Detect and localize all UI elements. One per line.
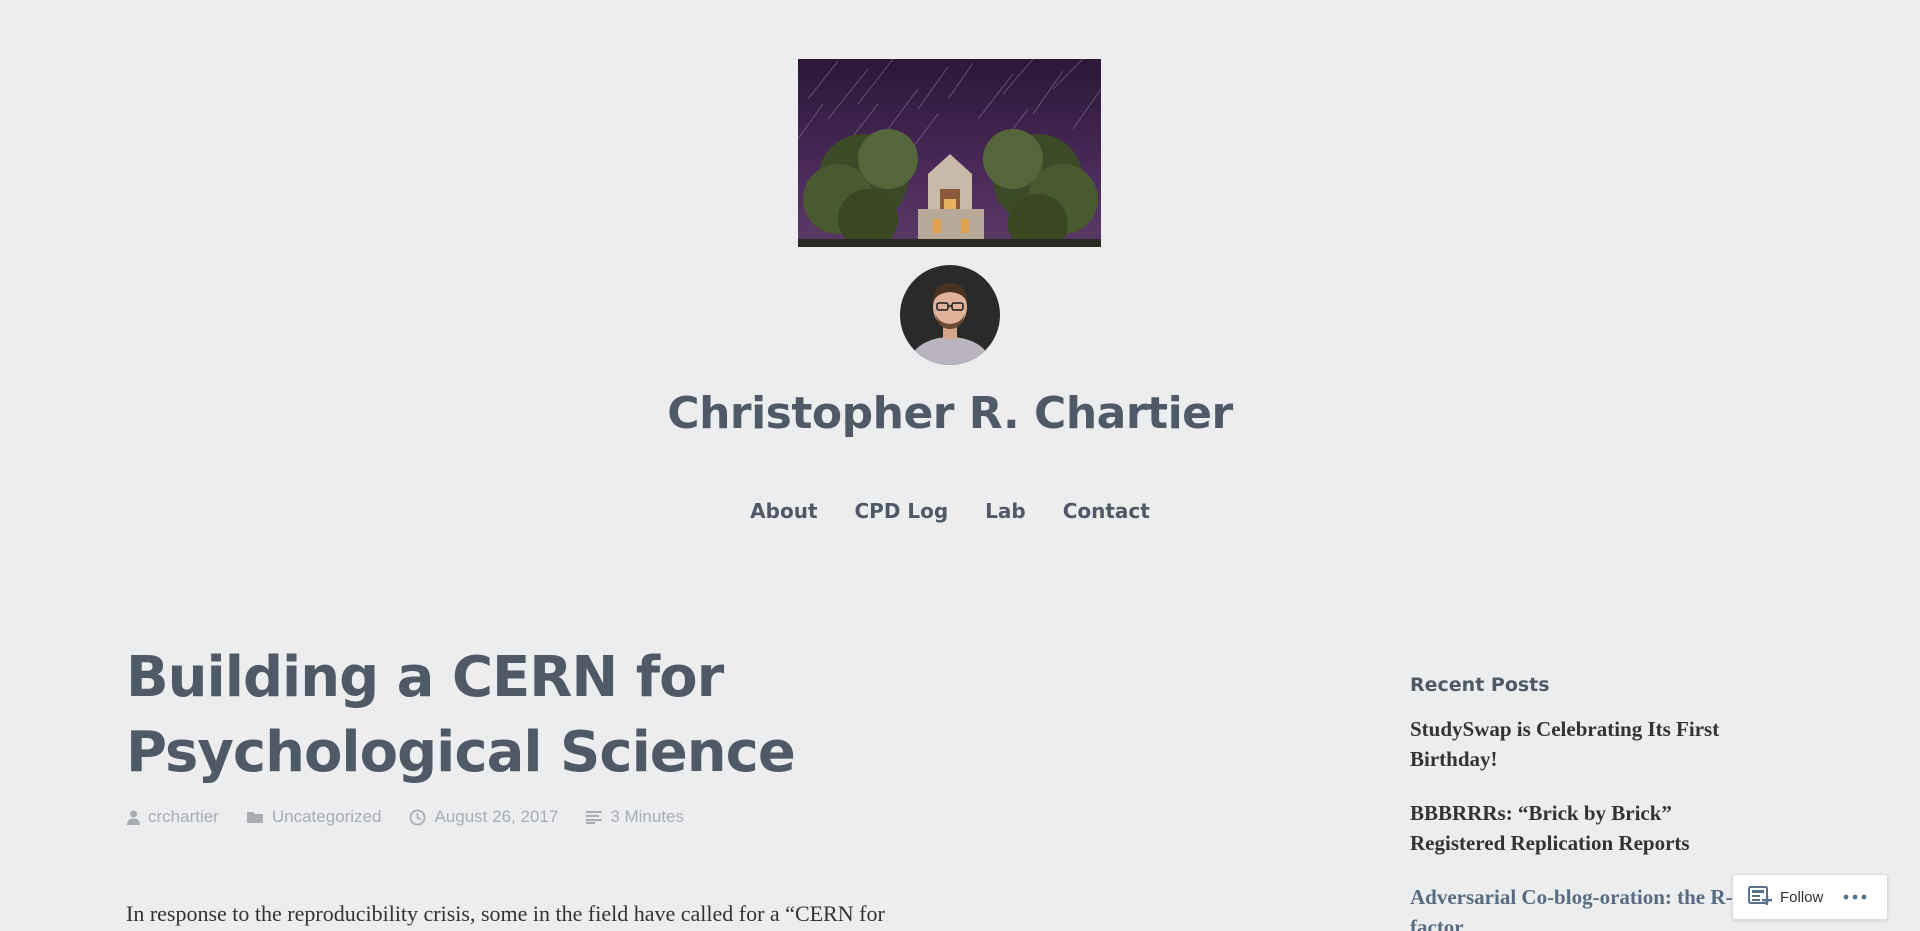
list-item: StudySwap is Celebrating Its First Birth… bbox=[1410, 714, 1780, 774]
site-title[interactable]: Christopher R. Chartier bbox=[0, 388, 1900, 439]
lines-icon bbox=[586, 811, 603, 824]
post-category-name[interactable]: Uncategorized bbox=[272, 807, 382, 827]
nav-item-contact[interactable]: Contact bbox=[1063, 499, 1150, 523]
recent-post-link[interactable]: Adversarial Co-blog-oration: the R-facto… bbox=[1410, 882, 1770, 931]
post-excerpt: In response to the reproducibility crisi… bbox=[126, 901, 885, 926]
post-title[interactable]: Building a CERN for Psychological Scienc… bbox=[126, 640, 926, 790]
recent-post-link[interactable]: StudySwap is Celebrating Its First Birth… bbox=[1410, 714, 1770, 774]
clock-icon bbox=[410, 809, 426, 825]
reader-icon bbox=[1748, 886, 1772, 905]
post-date[interactable]: August 26, 2017 bbox=[409, 807, 558, 827]
post-date-text[interactable]: August 26, 2017 bbox=[434, 807, 558, 827]
post-reading-time-text: 3 Minutes bbox=[610, 807, 685, 826]
list-item: Adversarial Co-blog-oration: the R-facto… bbox=[1410, 882, 1780, 931]
post-meta: crchartier Uncategorized August 26, 2017… bbox=[127, 807, 712, 827]
nav-item-about[interactable]: About bbox=[750, 499, 817, 523]
recent-post-link[interactable]: BBBRRRs: “Brick by Brick” Registered Rep… bbox=[1410, 798, 1770, 858]
main-nav: About CPD Log Lab Contact bbox=[0, 499, 1900, 523]
header-image[interactable] bbox=[798, 59, 1101, 247]
avatar-photo bbox=[900, 265, 1000, 365]
folder-icon bbox=[246, 811, 263, 823]
nav-item-lab[interactable]: Lab bbox=[985, 499, 1026, 523]
recent-posts-list: StudySwap is Celebrating Its First Birth… bbox=[1410, 714, 1780, 931]
follow-button[interactable]: Follow bbox=[1733, 875, 1823, 919]
sidebar: Recent Posts StudySwap is Celebrating It… bbox=[1410, 674, 1780, 931]
follow-label: Follow bbox=[1780, 888, 1824, 906]
nav-item-cpd-log[interactable]: CPD Log bbox=[854, 499, 948, 523]
post-category[interactable]: Uncategorized bbox=[246, 807, 382, 827]
list-item: BBBRRRs: “Brick by Brick” Registered Rep… bbox=[1410, 798, 1780, 858]
post-author[interactable]: crchartier bbox=[127, 807, 219, 827]
post-reading-time: 3 Minutes bbox=[586, 807, 684, 827]
post-author-name[interactable]: crchartier bbox=[148, 807, 219, 827]
header-photo bbox=[798, 59, 1101, 247]
avatar[interactable] bbox=[900, 265, 1000, 365]
person-icon bbox=[127, 810, 140, 825]
recent-posts-title: Recent Posts bbox=[1410, 674, 1550, 696]
ellipsis-icon bbox=[1843, 894, 1867, 900]
follow-bar: Follow bbox=[1732, 874, 1888, 920]
more-options-button[interactable] bbox=[1843, 875, 1867, 919]
